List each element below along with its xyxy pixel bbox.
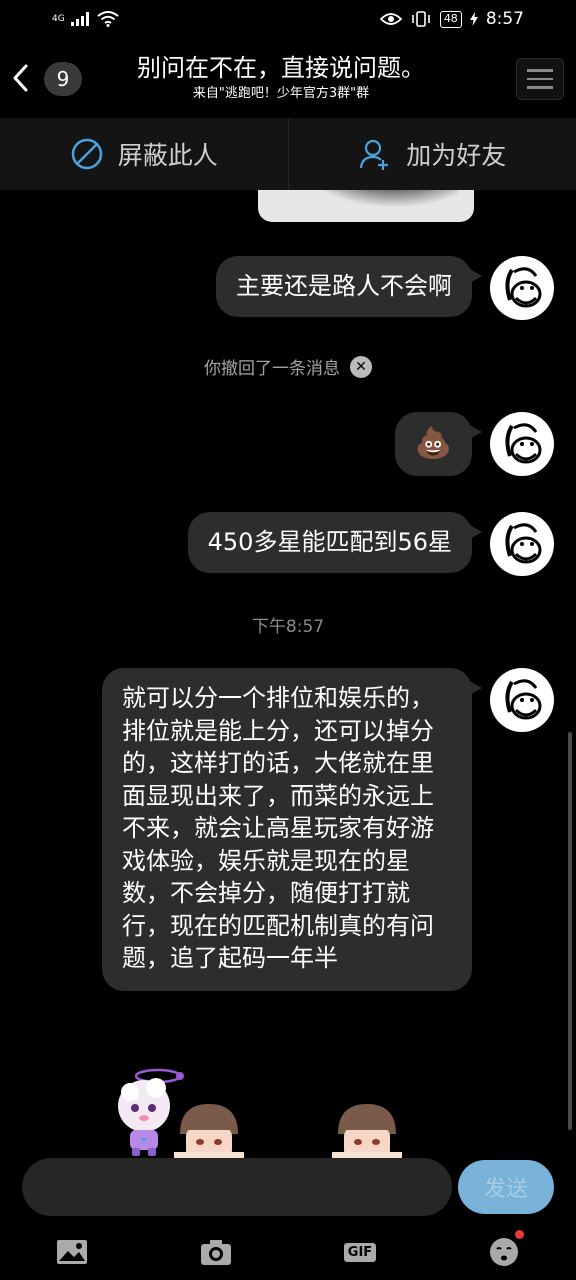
message-list[interactable]: 主要还是路人不会啊 你撤回了一条消息 ✕ 💩 450多星能匹配到56星 下午8:… [0, 118, 576, 1158]
avatar[interactable] [490, 412, 554, 476]
network-type: 4G [52, 13, 65, 24]
message-row: 💩 [394, 412, 554, 476]
block-user-label: 屏蔽此人 [117, 141, 218, 170]
add-person-icon [360, 139, 389, 170]
image-icon [57, 1240, 87, 1264]
hamburger-menu-icon[interactable] [516, 58, 564, 100]
gif-button[interactable]: GIF [340, 1232, 380, 1272]
recall-notice: 你撤回了一条消息 ✕ [0, 354, 576, 379]
add-friend-label: 加为好友 [406, 141, 507, 170]
scrollbar[interactable] [568, 732, 572, 1130]
sticker-suggestions [100, 1058, 420, 1158]
image-button[interactable] [52, 1232, 92, 1272]
vibrate-icon [412, 11, 430, 27]
status-right: 48 8:57 [379, 9, 524, 29]
status-bar: 4G 48 8:57 [0, 0, 576, 38]
avatar-face-icon [505, 679, 542, 720]
emoji-icon [490, 1238, 518, 1266]
add-friend-button[interactable]: 加为好友 [287, 118, 576, 190]
message-input[interactable] [22, 1158, 452, 1216]
back-arrow-icon [13, 64, 28, 92]
message-row: 450多星能匹配到56星 [187, 512, 554, 576]
clock: 8:57 [485, 9, 524, 29]
close-icon[interactable]: ✕ [350, 355, 372, 378]
chat-header: 9 别问在不在，直接说问题。 来自"逃跑吧！少年官方3群"群 [0, 38, 576, 118]
notification-dot [515, 1230, 524, 1239]
camera-icon [201, 1240, 231, 1265]
input-bar: 发送 [0, 1158, 576, 1218]
send-button[interactable]: 发送 [458, 1160, 554, 1214]
block-user-button[interactable]: 屏蔽此人 [0, 118, 288, 190]
action-bar: 屏蔽此人 加为好友 [0, 118, 576, 190]
emoji-button[interactable] [484, 1230, 524, 1272]
unread-count-badge[interactable]: 9 [44, 62, 82, 96]
charging-icon [469, 12, 478, 26]
signal-icon [70, 12, 89, 26]
avatar[interactable] [490, 256, 554, 320]
camera-button[interactable] [196, 1232, 236, 1272]
bottom-toolbar: GIF [0, 1222, 576, 1280]
message-row: 就可以分一个排位和娱乐的，排位就是能上分，还可以掉分的，这样打的话，大佬就在里面… [102, 668, 554, 991]
message-row: 主要还是路人不会啊 [216, 256, 554, 320]
message-bubble[interactable]: 450多星能匹配到56星 [187, 512, 483, 573]
block-icon [71, 138, 102, 170]
chat-subtitle: 来自"逃跑吧！少年官方3群"群 [192, 86, 370, 101]
status-left: 4G [52, 11, 119, 27]
avatar[interactable] [490, 512, 554, 576]
chat-title: 别问在不在，直接说问题。 [137, 54, 425, 82]
gif-icon: GIF [343, 1242, 377, 1262]
avatar-face-icon [505, 267, 542, 308]
boy-sticker[interactable] [174, 1098, 244, 1158]
avatar[interactable] [490, 668, 554, 732]
back-button[interactable] [8, 60, 32, 96]
wifi-icon [97, 11, 119, 27]
message-bubble[interactable]: 就可以分一个排位和娱乐的，排位就是能上分，还可以掉分的，这样打的话，大佬就在里面… [102, 668, 482, 991]
boy-sticker[interactable] [332, 1098, 402, 1158]
message-bubble[interactable]: 💩 [394, 412, 483, 476]
battery-level: 48 [439, 10, 462, 28]
timestamp: 下午8:57 [251, 617, 325, 637]
avatar-face-icon [505, 423, 542, 464]
avatar-face-icon [505, 523, 542, 564]
title-area: 别问在不在，直接说问题。 来自"逃跑吧！少年官方3群"群 [96, 52, 466, 104]
eye-icon [379, 13, 402, 25]
message-bubble[interactable]: 主要还是路人不会啊 [216, 256, 482, 317]
recall-notice-text: 你撤回了一条消息 [204, 359, 340, 379]
